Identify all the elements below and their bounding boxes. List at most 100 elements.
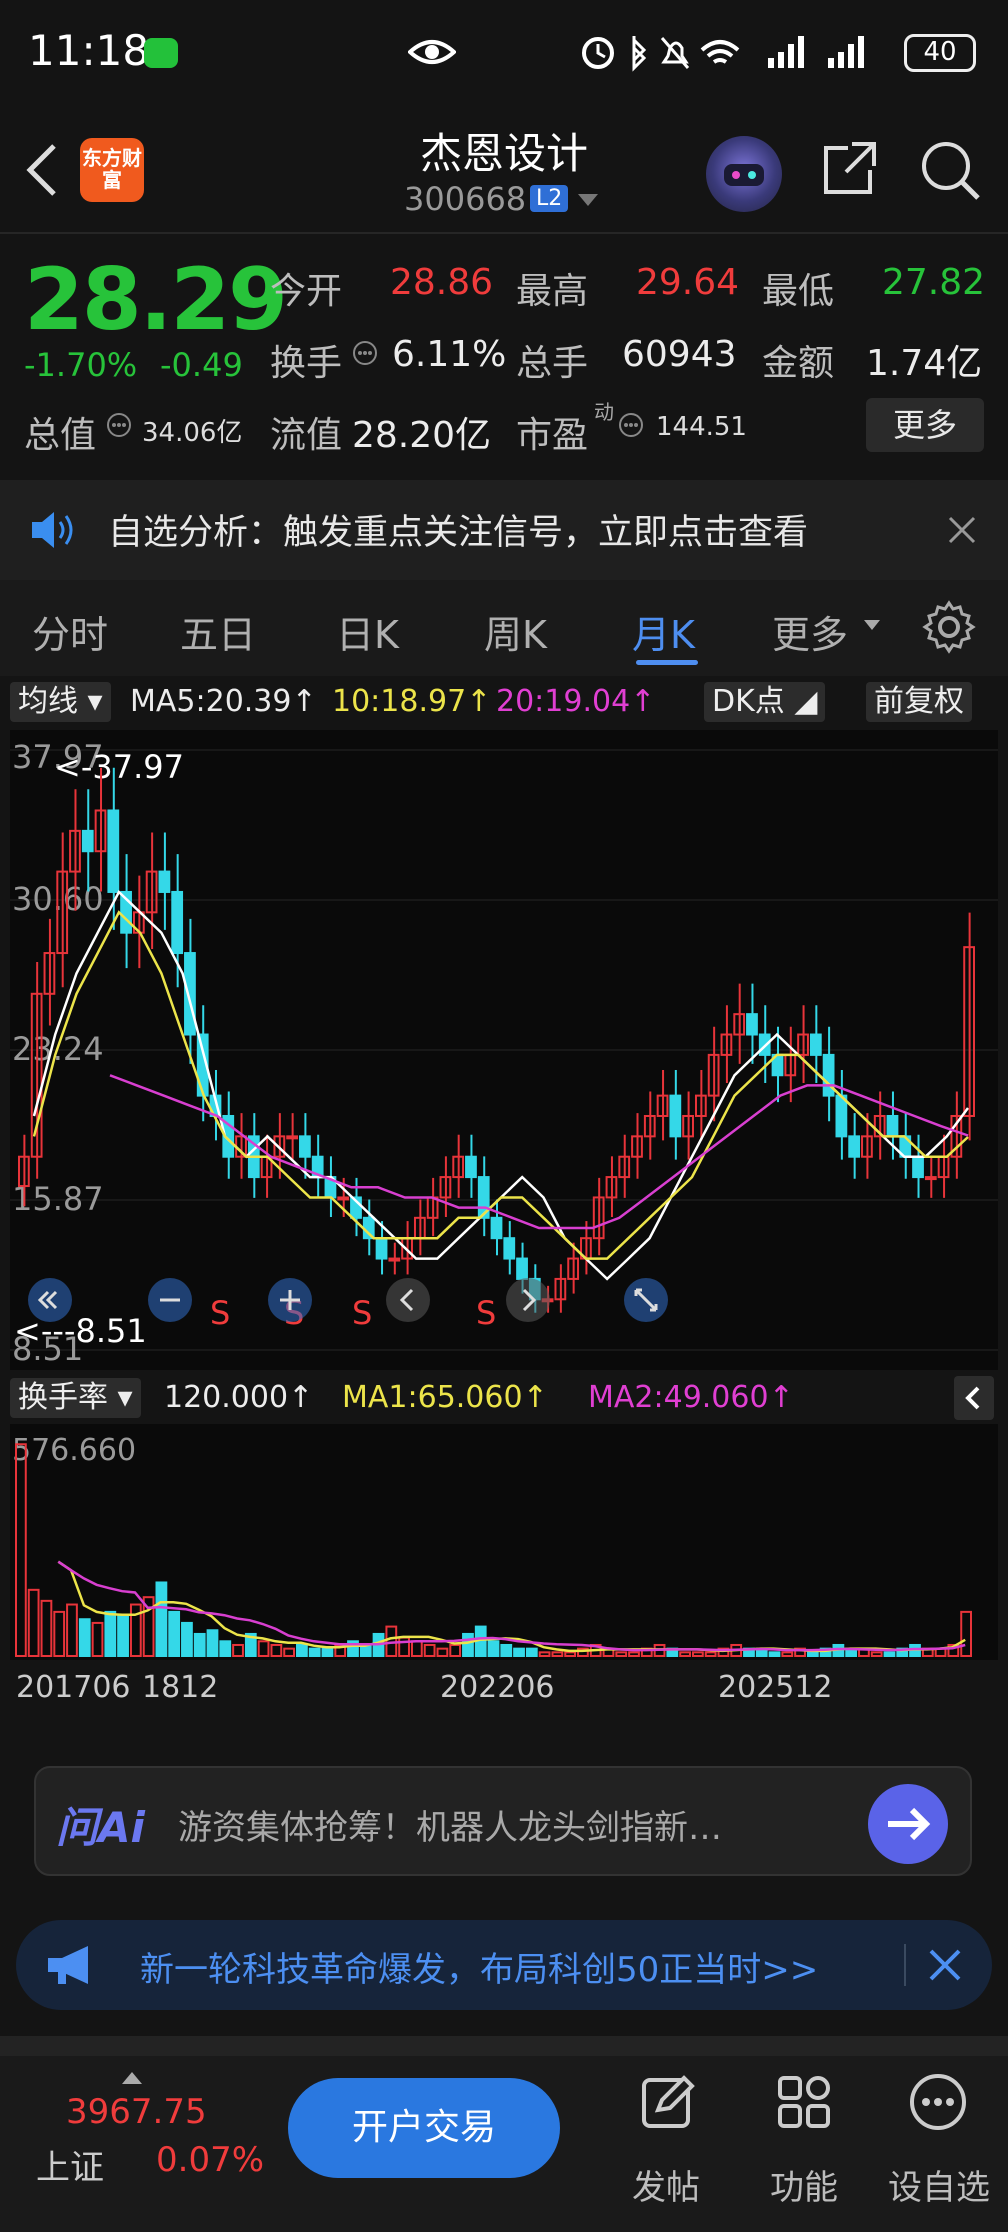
candle <box>669 1094 682 1138</box>
turnover-chart[interactable]: 576.660 <box>10 1424 998 1660</box>
tab-five-day[interactable]: 五日 <box>180 604 256 659</box>
turnover-bar <box>462 1632 474 1657</box>
chevron-right-icon[interactable] <box>506 1278 550 1322</box>
notice-text: 自选分析：触发重点关注信号，立即点击查看 <box>108 513 809 553</box>
index-name[interactable]: 上证 <box>36 2140 104 2189</box>
sell-signal: S <box>476 1294 496 1332</box>
candle <box>375 1237 388 1260</box>
index-change[interactable]: 0.07% <box>156 2140 264 2180</box>
candle <box>171 890 184 955</box>
pe-value: 144.51 <box>656 412 747 442</box>
tab-weekly-k[interactable]: 周K <box>484 604 547 659</box>
gear-icon[interactable] <box>922 600 976 654</box>
adjust-button[interactable]: 前复权 <box>866 682 972 722</box>
turnover-ma1: MA1:65.060↑ <box>342 1380 548 1415</box>
volume-value: 60943 <box>622 334 737 375</box>
mktcap-value: 34.06亿 <box>142 418 243 448</box>
index-value[interactable]: 3967.75 <box>66 2092 207 2132</box>
info-icon[interactable] <box>618 412 644 438</box>
candle <box>490 1216 503 1240</box>
turnover-bar <box>410 1640 423 1658</box>
app-header: 东方财富 杰恩设计 300668 L2 <box>0 110 1008 230</box>
level2-badge[interactable]: L2 <box>530 185 569 212</box>
tab-daily-k[interactable]: 日K <box>336 604 399 659</box>
post-label[interactable]: 发帖 <box>632 2160 700 2209</box>
candle <box>746 1013 758 1036</box>
stock-code[interactable]: 300668 <box>404 180 526 218</box>
open-label: 今开 <box>270 271 343 312</box>
kline-chart[interactable]: 37.97 30.60 23.24 15.87 8.51 <-37.97 <---8.51 S… <box>10 730 998 1370</box>
more-button[interactable]: 更多 <box>866 398 984 452</box>
ma-indicator-bar: 均线 ▾ MA5:20.39↑ 10:18.97↑ 20:19.04↑ DK点 … <box>0 676 1008 728</box>
status-bar: 11:18 40 <box>0 0 1008 110</box>
chevron-down-icon[interactable] <box>864 620 880 632</box>
turnover-y-max: 576.660 <box>12 1433 136 1468</box>
turnover-bar <box>15 1443 27 1657</box>
turnover-bar <box>66 1603 78 1658</box>
search-icon[interactable] <box>918 138 982 202</box>
bottom-nav: 3967.75 上证 0.07% 开户交易 发帖 功能 设自选 <box>0 2036 1008 2232</box>
chevron-left-icon <box>965 1386 980 1410</box>
turnover-bar <box>321 1647 334 1657</box>
more-options-icon[interactable] <box>908 2072 968 2132</box>
current-price: 28.29 <box>24 250 288 350</box>
candle <box>299 1135 311 1158</box>
chevron-down-icon[interactable] <box>578 194 598 206</box>
turnover-bar <box>219 1640 232 1658</box>
turnover-bar <box>181 1621 193 1658</box>
ai-logo: 问Ai <box>56 1803 145 1852</box>
functions-label[interactable]: 功能 <box>770 2160 838 2209</box>
mktcap-label: 总值 <box>24 415 97 456</box>
float-value: 28.20亿 <box>352 415 492 456</box>
turnover-bar <box>193 1632 206 1657</box>
arrow-right-icon <box>888 1807 931 1841</box>
amount-label: 金额 <box>762 343 835 384</box>
turnover-bar <box>538 1651 551 1657</box>
turnover-bar <box>513 1647 525 1657</box>
turnover-bar <box>870 1651 883 1657</box>
add-watchlist-label[interactable]: 设自选 <box>888 2160 990 2209</box>
ai-prompt-text: 游资集体抢筹！机器人龙头剑指新… <box>178 1808 722 1848</box>
ma-selector-label: 均线 <box>18 684 78 719</box>
period-tabs: 分时 五日 日K 周K 月K 更多 <box>0 580 1008 676</box>
turnover-bar <box>704 1651 717 1657</box>
tab-monthly-k[interactable]: 月K <box>632 604 695 659</box>
x-tick-1: 1812 <box>142 1670 219 1705</box>
edit-post-icon[interactable] <box>638 2072 698 2132</box>
close-icon[interactable] <box>948 516 976 544</box>
turnover-bar <box>615 1651 628 1657</box>
dk-point-button[interactable]: DK点 ◢ <box>704 682 826 722</box>
open-account-trade-button[interactable]: 开户交易 <box>288 2078 560 2178</box>
turnover-ma2: MA2:49.060↑ <box>588 1380 794 1415</box>
ai-submit-button[interactable] <box>868 1784 948 1864</box>
status-time: 11:18 <box>28 26 150 75</box>
ai-search-bar[interactable]: 问Ai 游资集体抢筹！机器人龙头剑指新… <box>34 1766 972 1876</box>
tab-intraday[interactable]: 分时 <box>32 604 108 659</box>
chevron-left-icon[interactable] <box>386 1278 430 1322</box>
turnover-bar <box>257 1640 270 1658</box>
turnover-selector[interactable]: 换手率 ▾ <box>10 1378 141 1418</box>
turnover-bar <box>525 1647 538 1657</box>
promo-banner[interactable]: 新一轮科技革命爆发，布局科创50正当时>> <box>16 1920 992 2010</box>
x-tick-2: 202206 <box>440 1670 555 1705</box>
ma-selector[interactable]: 均线 ▾ <box>10 682 111 722</box>
turnover-bar <box>283 1647 296 1657</box>
close-icon[interactable] <box>928 1948 962 1982</box>
turnover-value: 6.11% <box>392 334 507 375</box>
collapse-button[interactable] <box>954 1376 994 1420</box>
candle <box>465 1155 477 1179</box>
eye-icon <box>408 40 456 64</box>
wechat-icon <box>144 38 178 68</box>
notice-banner[interactable]: 自选分析：触发重点关注信号，立即点击查看 <box>0 480 1008 580</box>
info-icon[interactable] <box>106 412 132 438</box>
grid-functions-icon[interactable] <box>774 2072 834 2132</box>
share-icon[interactable] <box>820 138 880 198</box>
turnover-bar <box>768 1651 781 1657</box>
ai-assistant-avatar[interactable] <box>706 136 782 212</box>
info-icon[interactable] <box>352 340 378 366</box>
turnover-bar <box>960 1610 973 1657</box>
tab-more[interactable]: 更多 <box>772 604 848 659</box>
candle <box>809 1033 822 1056</box>
turnover-bar <box>781 1651 794 1657</box>
turnover-current: 120.000↑ <box>164 1380 314 1415</box>
